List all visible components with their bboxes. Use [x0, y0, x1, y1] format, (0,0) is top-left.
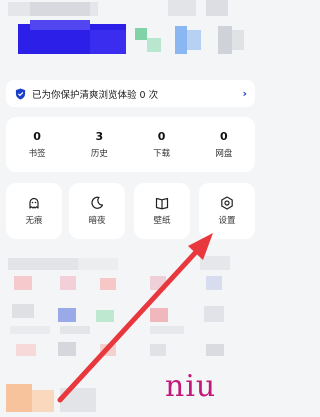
stat-value: 0 — [157, 129, 166, 143]
shield-icon — [15, 88, 26, 99]
stat-label: 网盘 — [215, 148, 233, 159]
stat-downloads[interactable]: 0 下载 — [131, 117, 193, 172]
protection-banner[interactable]: 已为你保护清爽浏览体验 0 次 › — [6, 80, 255, 107]
tool-label: 设置 — [218, 216, 236, 226]
tool-label: 暗夜 — [88, 216, 106, 226]
book-icon — [155, 197, 169, 210]
stat-value: 3 — [95, 129, 104, 143]
obscured-content-area — [0, 252, 261, 417]
stat-value: 0 — [220, 129, 228, 143]
stat-label: 历史 — [90, 148, 108, 159]
chevron-right-icon: › — [242, 87, 247, 100]
stat-label: 下载 — [153, 148, 171, 159]
stat-cloud-drive[interactable]: 0 网盘 — [193, 117, 255, 172]
wallpaper-button[interactable]: 壁纸 — [134, 183, 190, 239]
settings-button[interactable]: 设置 — [199, 183, 255, 239]
stat-bookmarks[interactable]: 0 书签 — [6, 117, 68, 172]
tool-label: 壁纸 — [153, 216, 171, 226]
stats-card: 0 书签 3 历史 0 下载 0 网盘 — [6, 117, 255, 172]
stat-history[interactable]: 3 历史 — [68, 117, 130, 172]
gear-icon — [221, 196, 233, 210]
watermark-text: niu — [165, 369, 217, 404]
protection-count-text: 已为你保护清爽浏览体验 0 次 — [32, 89, 159, 101]
night-mode-button[interactable]: 暗夜 — [69, 183, 125, 239]
incognito-button[interactable]: 无痕 — [6, 183, 62, 239]
tool-label: 无痕 — [25, 216, 43, 226]
stat-label: 书签 — [28, 148, 46, 159]
incognito-icon — [29, 197, 39, 209]
moon-icon — [91, 196, 104, 209]
stat-value: 0 — [33, 129, 41, 143]
